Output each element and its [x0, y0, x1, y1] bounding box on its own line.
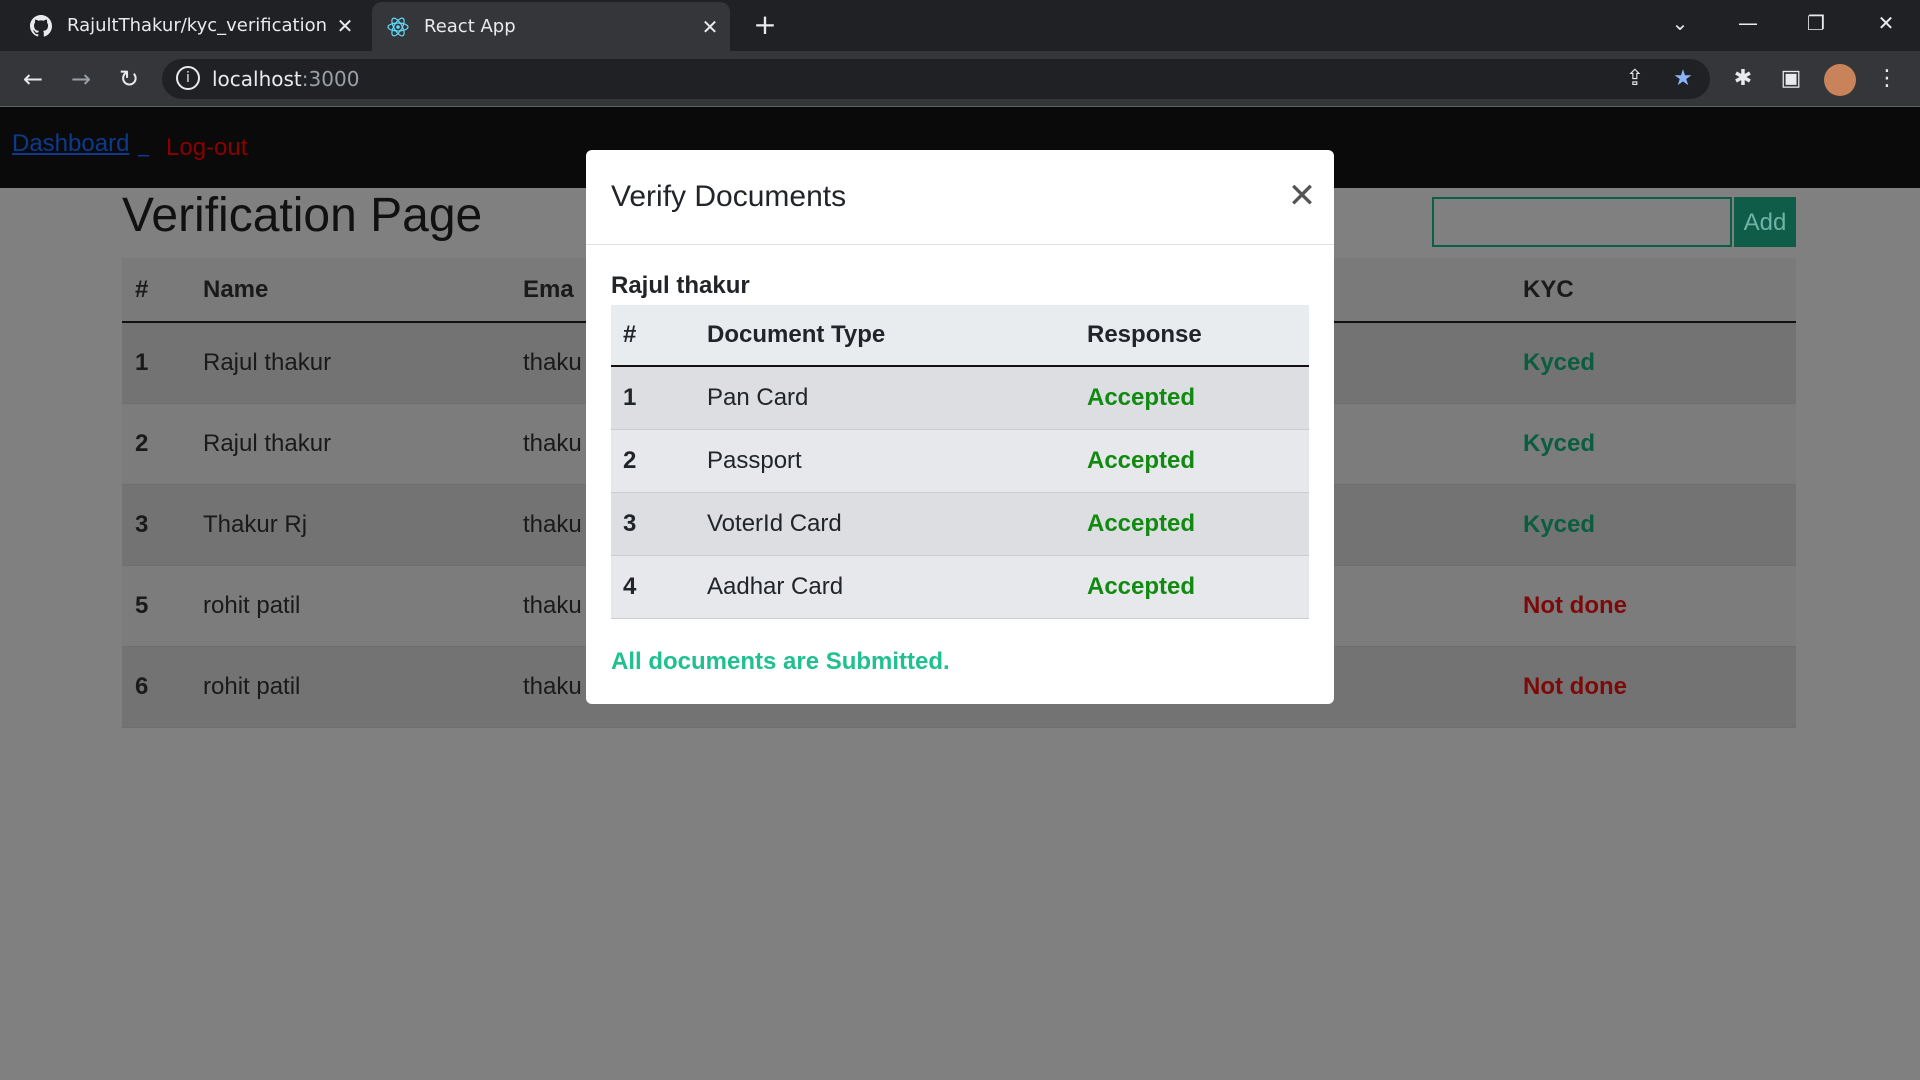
row-num: 3 — [122, 484, 202, 566]
modal-close-icon[interactable]: ✕ — [1282, 176, 1322, 216]
col-header-name: Name — [202, 258, 522, 323]
doc-response: Accepted — [1075, 555, 1309, 619]
tab-github[interactable]: RajultThakur/kyc_verification ✕ — [15, 0, 365, 51]
page-title: Verification Page — [122, 189, 483, 242]
doc-type: VoterId Card — [695, 492, 1075, 556]
tab-title: RajultThakur/kyc_verification — [67, 15, 327, 36]
doc-type: Passport — [695, 429, 1075, 493]
doc-response: Accepted — [1075, 366, 1309, 430]
col-header-num: # — [611, 305, 695, 367]
row-num: 5 — [122, 565, 202, 647]
github-icon — [29, 14, 53, 38]
tab-close-icon[interactable]: ✕ — [331, 14, 359, 38]
doc-num: 3 — [611, 492, 695, 556]
row-num: 2 — [122, 403, 202, 485]
col-header-response: Response — [1075, 305, 1309, 367]
doc-num: 1 — [611, 366, 695, 430]
nav-logout-link[interactable]: Log-out — [166, 134, 247, 162]
url-host: localhost — [212, 67, 302, 91]
minimize-icon[interactable]: — — [1728, 8, 1768, 38]
bookmark-star-icon[interactable]: ★ — [1666, 62, 1700, 96]
doc-response: Accepted — [1075, 492, 1309, 556]
modal-status-message: All documents are Submitted. — [611, 648, 950, 675]
row-name: Rajul thakur — [202, 403, 522, 485]
nav-dashboard-link[interactable]: Dashboard — [12, 130, 129, 158]
table-header-row: # Document Type Response — [611, 305, 1309, 367]
tab-react-app[interactable]: React App ✕ — [372, 2, 730, 51]
modal-user-name: Rajul thakur — [611, 272, 750, 299]
row-name: Thakur Rj — [202, 484, 522, 566]
react-icon — [386, 15, 410, 39]
row-kyc-status[interactable]: Kyced — [1522, 322, 1796, 404]
back-arrow-icon[interactable]: ← — [16, 62, 50, 96]
side-panel-icon[interactable]: ▣ — [1774, 62, 1808, 96]
site-info-icon[interactable]: i — [176, 66, 200, 90]
table-row: 2 Passport Accepted — [611, 429, 1309, 493]
row-name: rohit patil — [202, 565, 522, 647]
add-button[interactable]: Add — [1734, 197, 1796, 247]
table-row: 4 Aadhar Card Accepted — [611, 555, 1309, 619]
documents-table: # Document Type Response 1 Pan Card Acce… — [611, 305, 1309, 619]
table-row: 1 Pan Card Accepted — [611, 366, 1309, 430]
profile-avatar[interactable] — [1824, 64, 1856, 96]
tab-search-chevron-icon[interactable]: ⌄ — [1660, 8, 1700, 38]
table-row: 3 VoterId Card Accepted — [611, 492, 1309, 556]
row-kyc-status[interactable]: Not done — [1522, 646, 1796, 728]
row-name: rohit patil — [202, 646, 522, 728]
menu-kebab-icon[interactable]: ⋮ — [1870, 62, 1904, 96]
url-port: :3000 — [301, 67, 360, 91]
row-kyc-status[interactable]: Not done — [1522, 565, 1796, 647]
row-kyc-status[interactable]: Kyced — [1522, 484, 1796, 566]
tab-title: React App — [424, 16, 516, 37]
reload-icon[interactable]: ↻ — [112, 62, 146, 96]
url-text: localhost:3000 — [212, 65, 359, 93]
row-num: 6 — [122, 646, 202, 728]
row-num: 1 — [122, 322, 202, 404]
address-bar[interactable] — [162, 59, 1710, 99]
extensions-puzzle-icon[interactable]: ✱ — [1726, 62, 1760, 96]
window-close-icon[interactable]: ✕ — [1866, 8, 1906, 38]
add-input[interactable] — [1432, 197, 1732, 247]
doc-response: Accepted — [1075, 429, 1309, 493]
new-tab-plus-icon[interactable]: + — [748, 8, 782, 42]
nav-separator: _ — [138, 132, 149, 157]
forward-arrow-icon[interactable]: → — [64, 62, 98, 96]
col-header-document-type: Document Type — [695, 305, 1075, 367]
col-header-kyc: KYC — [1522, 258, 1796, 323]
doc-num: 4 — [611, 555, 695, 619]
row-kyc-status[interactable]: Kyced — [1522, 403, 1796, 485]
tab-close-icon[interactable]: ✕ — [696, 15, 724, 39]
doc-type: Pan Card — [695, 366, 1075, 430]
col-header-num: # — [122, 258, 202, 323]
share-icon[interactable]: ⇪ — [1618, 62, 1652, 96]
modal-title: Verify Documents — [611, 180, 847, 213]
verify-documents-modal: Verify Documents ✕ Rajul thakur # Docume… — [586, 150, 1334, 704]
doc-num: 2 — [611, 429, 695, 493]
doc-type: Aadhar Card — [695, 555, 1075, 619]
restore-icon[interactable]: ❐ — [1796, 8, 1836, 38]
row-name: Rajul thakur — [202, 322, 522, 404]
